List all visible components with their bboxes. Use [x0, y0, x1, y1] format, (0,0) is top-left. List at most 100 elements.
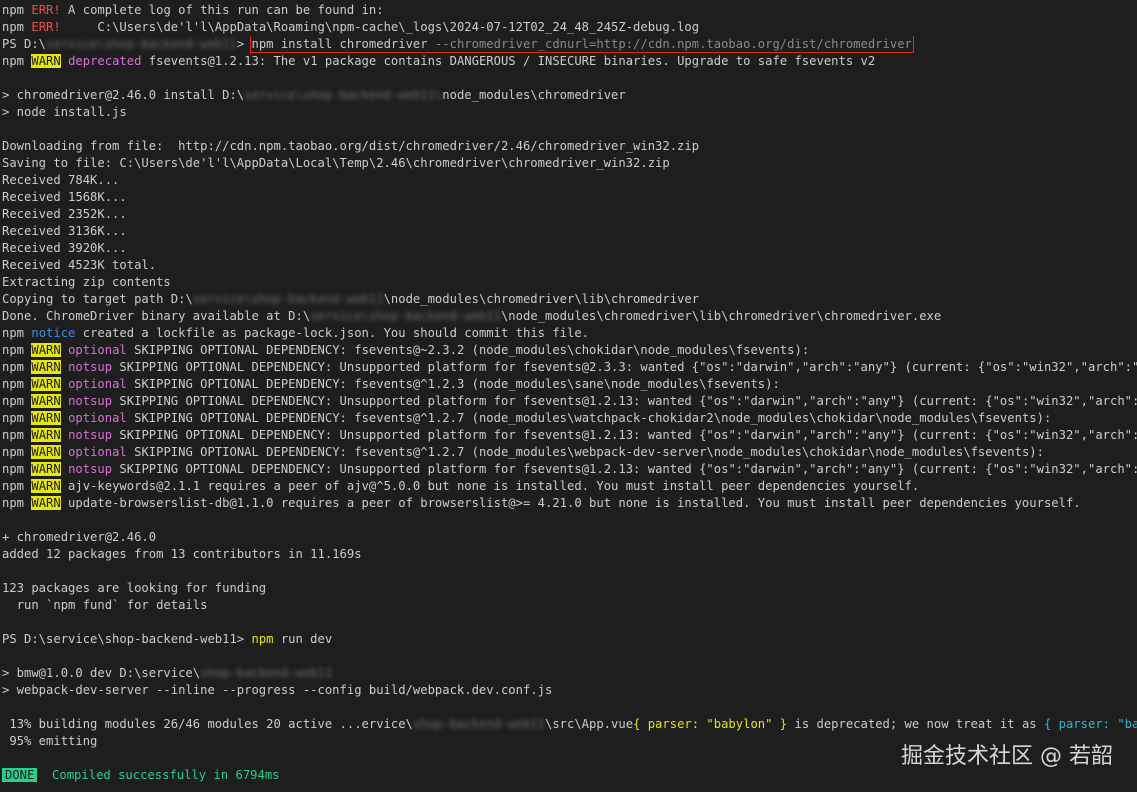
terminal-text: SKIPPING OPTIONAL DEPENDENCY: Unsupporte… — [112, 462, 1137, 476]
terminal-text: npm — [2, 20, 32, 34]
terminal-text: SKIPPING OPTIONAL DEPENDENCY: fsevents@^… — [126, 445, 1044, 459]
terminal-text: npm — [2, 377, 32, 391]
warn-badge: WARN — [31, 428, 61, 442]
terminal-text: Received 784K... — [2, 173, 120, 187]
terminal-line: npm WARN notsup SKIPPING OPTIONAL DEPEND… — [2, 427, 1137, 444]
terminal-line: run `npm fund` for details — [2, 597, 1137, 614]
terminal-text: Received 1568K... — [2, 190, 127, 204]
terminal-line: added 12 packages from 13 contributors i… — [2, 546, 1137, 563]
warn-badge: WARN — [31, 496, 61, 510]
terminal-text: > webpack-dev-server --inline --progress… — [2, 683, 553, 697]
terminal-text: is deprecated; we now treat it as — [787, 717, 1044, 731]
terminal-text: > node install.js — [2, 105, 127, 119]
terminal-line: Saving to file: C:\Users\de'l'l\AppData\… — [2, 155, 1137, 172]
done-badge: DONE — [2, 768, 38, 782]
terminal-line: Received 784K... — [2, 172, 1137, 189]
terminal-line: npm WARN optional SKIPPING OPTIONAL DEPE… — [2, 444, 1137, 461]
terminal-text: Compiled successfully in 6794ms — [52, 768, 280, 782]
terminal-line: > chromedriver@2.46.0 install D:\service… — [2, 87, 1137, 104]
terminal-text: PS D:\ — [2, 37, 47, 51]
warn-badge: WARN — [31, 479, 61, 493]
highlighted-command: npm install chromedriver — [251, 37, 435, 51]
terminal-line: + chromedriver@2.46.0 — [2, 529, 1137, 546]
terminal-output[interactable]: npm ERR! A complete log of this run can … — [0, 0, 1137, 792]
terminal-text: Extracting zip contents — [2, 275, 171, 289]
warn-badge: WARN — [31, 411, 61, 425]
terminal-line: npm ERR! C:\Users\de'l'l\AppData\Roaming… — [2, 19, 1137, 36]
terminal-text: Copying to target path D:\ — [2, 292, 193, 306]
error-label: ERR! — [31, 20, 61, 34]
terminal-line: Received 3920K... — [2, 240, 1137, 257]
terminal-line: Received 4523K total. — [2, 257, 1137, 274]
terminal-line: 13% building modules 26/46 modules 20 ac… — [2, 716, 1137, 733]
warn-badge: WARN — [31, 377, 61, 391]
terminal-line: npm WARN optional SKIPPING OPTIONAL DEPE… — [2, 376, 1137, 393]
terminal-text: added 12 packages from 13 contributors i… — [2, 547, 362, 561]
terminal-text: ajv-keywords@2.1.1 requires a peer of aj… — [60, 479, 920, 493]
terminal-text: 95% emitting — [2, 734, 98, 748]
terminal-line: npm notice created a lockfile as package… — [2, 325, 1137, 342]
terminal-text: Downloading from file: http://cdn.npm.ta… — [2, 139, 700, 153]
error-label: ERR! — [31, 3, 61, 17]
terminal-text: npm — [2, 394, 32, 408]
warn-badge: WARN — [31, 394, 61, 408]
terminal-text: run dev — [273, 632, 333, 646]
terminal-text: Saving to file: C:\Users\de'l'l\AppData\… — [2, 156, 670, 170]
terminal-text: + chromedriver@2.46.0 — [2, 530, 157, 544]
terminal-text: A complete log of this run can be found … — [60, 3, 384, 17]
terminal-text: \src\App.vue — [544, 717, 634, 731]
terminal-text: C:\Users\de'l'l\AppData\Roaming\npm-cach… — [60, 20, 700, 34]
terminal-text: npm — [2, 360, 32, 374]
terminal-line: Done. ChromeDriver binary available at D… — [2, 308, 1137, 325]
terminal-text: update-browserslist-db@1.1.0 requires a … — [60, 496, 1081, 510]
terminal-text: notsup — [68, 462, 113, 476]
terminal-line: Received 1568K... — [2, 189, 1137, 206]
terminal-line: PS D:\service\shop-backend-web11> npm in… — [2, 36, 1137, 53]
terminal-text: 123 packages are looking for funding — [2, 581, 267, 595]
terminal-text: node_modules\chromedriver — [442, 88, 626, 102]
terminal-line: > webpack-dev-server --inline --progress… — [2, 682, 1137, 699]
terminal-text: npm — [2, 445, 32, 459]
terminal-line: Received 2352K... — [2, 206, 1137, 223]
warn-badge: WARN — [31, 360, 61, 374]
redacted-path: service\shop-backend-web11 — [310, 309, 501, 323]
terminal-text: npm — [2, 326, 32, 340]
terminal-line: Downloading from file: http://cdn.npm.ta… — [2, 138, 1137, 155]
terminal-line: npm WARN optional SKIPPING OPTIONAL DEPE… — [2, 410, 1137, 427]
terminal-text: SKIPPING OPTIONAL DEPENDENCY: fsevents@~… — [126, 343, 810, 357]
redacted-path: service\shop-backend-web11 — [46, 37, 237, 51]
terminal-line: Copying to target path D:\service\shop-b… — [2, 291, 1137, 308]
terminal-text: npm — [2, 3, 32, 17]
terminal-line: npm WARN ajv-keywords@2.1.1 requires a p… — [2, 478, 1137, 495]
terminal-text: SKIPPING OPTIONAL DEPENDENCY: Unsupporte… — [112, 360, 1137, 374]
terminal-line: Extracting zip contents — [2, 274, 1137, 291]
terminal-text: > bmw@1.0.0 dev D:\service\ — [2, 666, 201, 680]
terminal-text: notsup — [68, 428, 113, 442]
terminal-line: npm WARN optional SKIPPING OPTIONAL DEPE… — [2, 342, 1137, 359]
terminal-text: \node_modules\chromedriver\lib\chromedri… — [500, 309, 942, 323]
terminal-text: { parser: "babe — [1043, 717, 1137, 731]
terminal-text: \node_modules\chromedriver\lib\chromedri… — [383, 292, 700, 306]
terminal-text: Received 3136K... — [2, 224, 127, 238]
terminal-line: npm WARN notsup SKIPPING OPTIONAL DEPEND… — [2, 461, 1137, 478]
terminal-text: SKIPPING OPTIONAL DEPENDENCY: fsevents@^… — [126, 377, 780, 391]
warn-badge: WARN — [31, 54, 61, 68]
redacted-path: shop-backend-web11 — [200, 666, 333, 680]
terminal-line: npm ERR! A complete log of this run can … — [2, 2, 1137, 19]
terminal-line: > node install.js — [2, 104, 1137, 121]
terminal-text: optional — [68, 343, 127, 357]
terminal-text: Received 2352K... — [2, 207, 127, 221]
warn-badge: WARN — [31, 462, 61, 476]
terminal-text: npm — [2, 54, 32, 68]
